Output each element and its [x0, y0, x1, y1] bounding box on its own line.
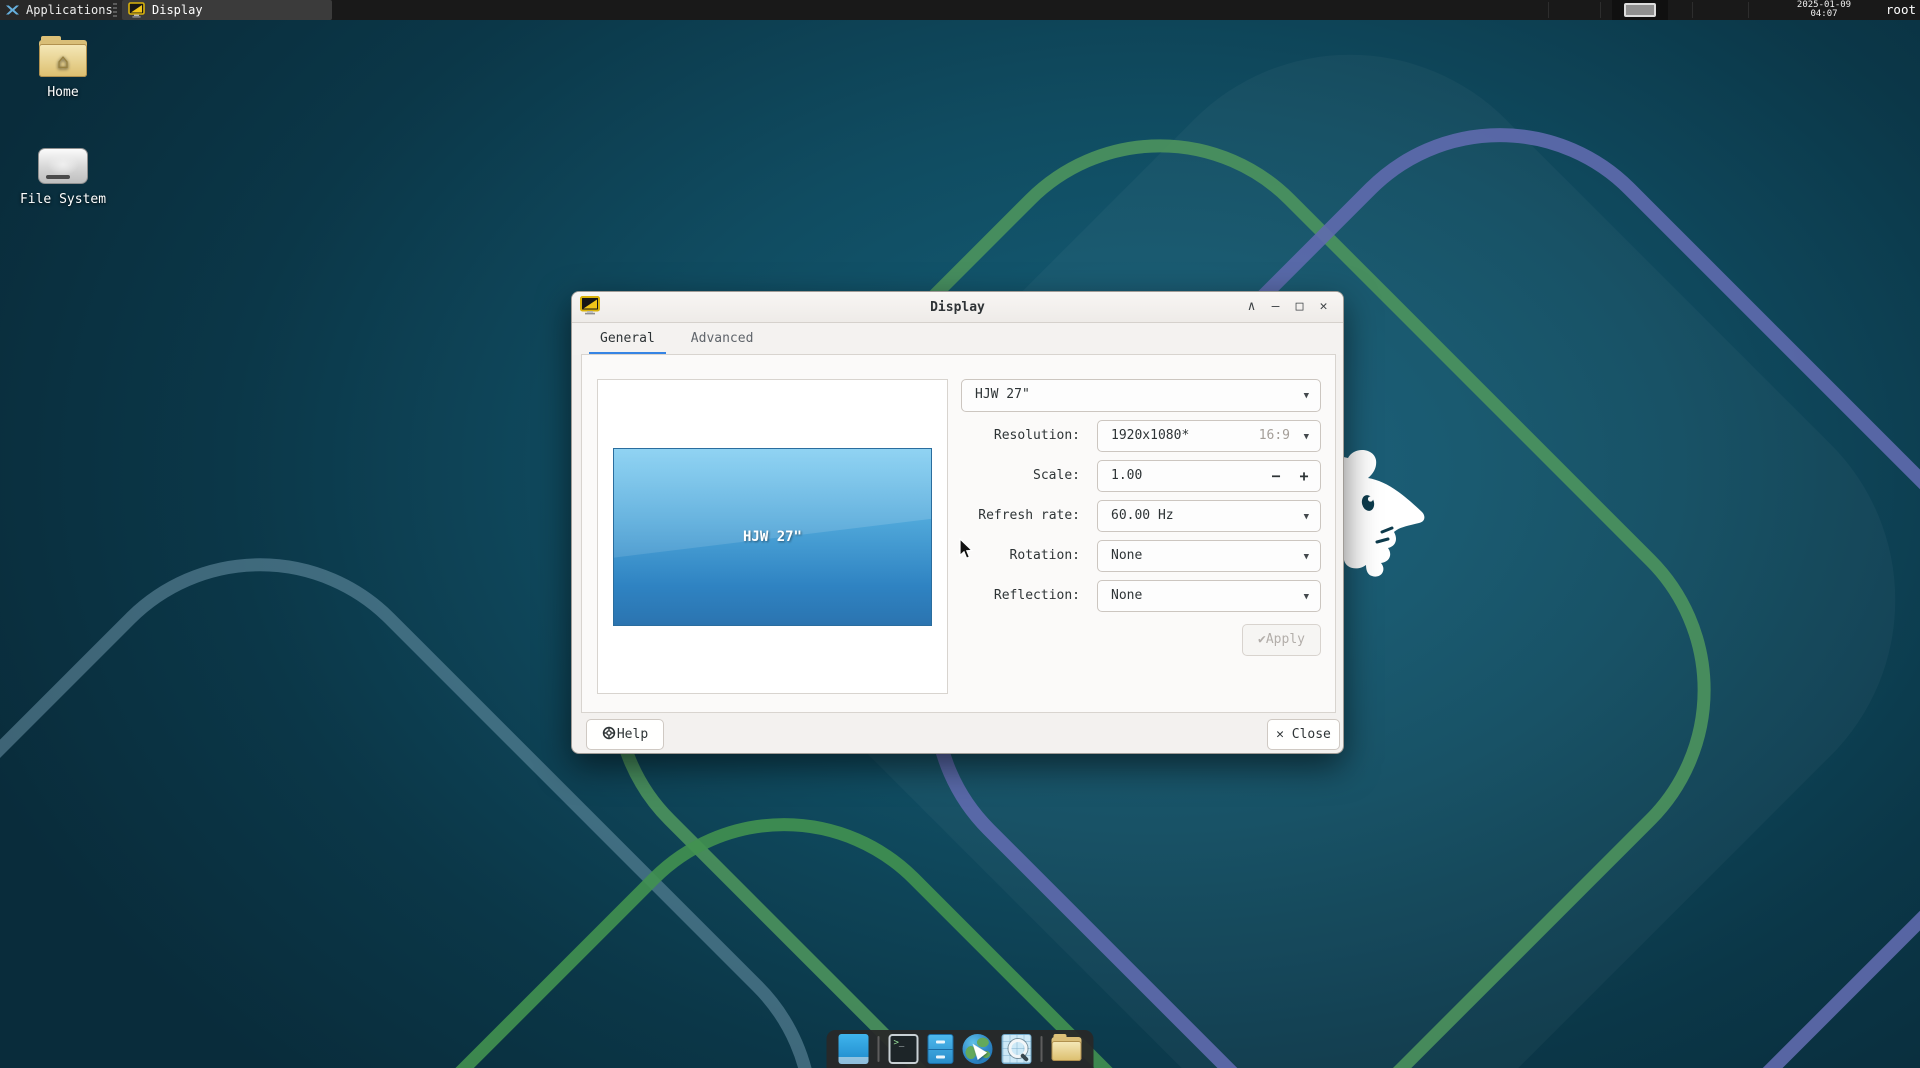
- reflection-label: Reflection:: [961, 580, 1080, 612]
- scale-label: Scale:: [961, 460, 1080, 492]
- help-lifebuoy-icon: [602, 726, 616, 740]
- monitor-preview-label: HJW 27": [743, 529, 802, 545]
- rotation-dropdown[interactable]: None ▼: [1097, 540, 1321, 572]
- file-manager-icon[interactable]: [928, 1034, 954, 1064]
- web-browser-icon[interactable]: [963, 1034, 993, 1064]
- monitor-select-value: HJW 27": [975, 387, 1030, 402]
- app-finder-icon[interactable]: [1002, 1034, 1032, 1064]
- check-icon: ✔: [1258, 632, 1266, 647]
- chevron-down-icon: ▼: [1304, 542, 1309, 572]
- panel-user-label: root: [1886, 0, 1916, 20]
- scale-decrease-button[interactable]: −: [1264, 461, 1288, 491]
- taskbar-window-label: Display: [152, 3, 203, 17]
- window-titlebar[interactable]: Display ∧ – □ ✕: [572, 292, 1343, 323]
- scale-value: 1.00: [1111, 468, 1142, 483]
- refresh-rate-row: Refresh rate: 60.00 Hz ▼: [961, 500, 1321, 532]
- tab-general[interactable]: General: [582, 323, 673, 355]
- display-settings-window: Display ∧ – □ ✕ General Advanced HJW 27"…: [571, 291, 1344, 754]
- taskbar-window-button[interactable]: Display: [122, 0, 332, 20]
- home-folder-icon: ⌂: [39, 40, 87, 77]
- dock-separator: [878, 1036, 880, 1062]
- tab-strip: General Advanced: [572, 323, 1343, 355]
- terminal-icon[interactable]: >_: [889, 1034, 919, 1064]
- help-button[interactable]: Help: [586, 719, 664, 750]
- workspace-1[interactable]: [1624, 3, 1656, 17]
- scale-increase-button[interactable]: +: [1292, 461, 1316, 491]
- reflection-value: None: [1111, 588, 1142, 603]
- tab-advanced[interactable]: Advanced: [673, 323, 772, 355]
- window-display-icon: [580, 296, 601, 319]
- top-panel: Applications Display 2025-01-09 04:07 ro…: [0, 0, 1920, 20]
- show-desktop-icon[interactable]: [839, 1034, 869, 1064]
- refresh-rate-dropdown[interactable]: 60.00 Hz ▼: [1097, 500, 1321, 532]
- monitor-preview-panel: HJW 27": [597, 379, 948, 694]
- mouse-cursor: [959, 538, 975, 564]
- xfce-menu-icon: [5, 3, 20, 23]
- chevron-down-icon: ▼: [1304, 582, 1309, 612]
- shade-window-button[interactable]: ∧: [1241, 293, 1262, 321]
- close-x-icon: ✕: [1276, 727, 1284, 742]
- panel-separator: [1600, 2, 1601, 18]
- clock-time: 04:07: [1786, 10, 1862, 19]
- general-tab-page: HJW 27" HJW 27" ▼ Resolution: 1920x1080*…: [581, 354, 1336, 713]
- dock-separator: [1041, 1036, 1043, 1062]
- xfce-mouse-logo: [1330, 448, 1430, 584]
- desktop-icon-label: Home: [8, 85, 118, 100]
- rotation-row: Rotation: None ▼: [961, 540, 1321, 572]
- rotation-value: None: [1111, 548, 1142, 563]
- display-app-icon: [128, 2, 146, 24]
- close-button[interactable]: ✕ Close: [1267, 719, 1340, 750]
- panel-separator: [1692, 2, 1693, 18]
- desktop-icon-label: File System: [8, 192, 118, 207]
- workspace-switcher[interactable]: [1612, 0, 1668, 20]
- monitor-select-dropdown[interactable]: HJW 27" ▼: [961, 379, 1321, 412]
- close-window-button[interactable]: ✕: [1313, 293, 1334, 321]
- aspect-ratio-label: 16:9: [1259, 421, 1290, 451]
- window-title: Display: [572, 300, 1343, 315]
- refresh-rate-value: 60.00 Hz: [1111, 508, 1174, 523]
- hard-drive-icon: [38, 148, 88, 184]
- panel-separator: [1748, 2, 1749, 18]
- folder-icon[interactable]: [1052, 1037, 1082, 1061]
- rotation-label: Rotation:: [961, 540, 1080, 572]
- resolution-dropdown[interactable]: 1920x1080* 16:9 ▼: [1097, 420, 1321, 452]
- minimize-window-button[interactable]: –: [1265, 293, 1286, 321]
- house-glyph: ⌂: [57, 51, 69, 71]
- scale-row: Scale: 1.00 − +: [961, 460, 1321, 492]
- panel-separator: [1548, 2, 1549, 18]
- scale-stepper[interactable]: 1.00 − +: [1097, 460, 1321, 492]
- panel-handle: [113, 3, 117, 17]
- chevron-down-icon: ▼: [1304, 381, 1309, 411]
- chevron-down-icon: ▼: [1304, 422, 1309, 452]
- resolution-row: Resolution: 1920x1080* 16:9 ▼: [961, 420, 1321, 452]
- apply-button[interactable]: ✔Apply: [1242, 624, 1321, 656]
- monitor-preview[interactable]: HJW 27": [613, 448, 932, 626]
- applications-menu-button[interactable]: Applications: [0, 0, 123, 20]
- panel-clock[interactable]: 2025-01-09 04:07: [1786, 1, 1862, 19]
- chevron-down-icon: ▼: [1304, 502, 1309, 532]
- bottom-dock: >_: [827, 1030, 1094, 1068]
- reflection-row: Reflection: None ▼: [961, 580, 1321, 612]
- applications-menu-label: Applications: [26, 3, 113, 17]
- resolution-value: 1920x1080*: [1111, 428, 1189, 443]
- resolution-label: Resolution:: [961, 420, 1080, 452]
- maximize-window-button[interactable]: □: [1289, 293, 1310, 321]
- refresh-rate-label: Refresh rate:: [961, 500, 1080, 532]
- reflection-dropdown[interactable]: None ▼: [1097, 580, 1321, 612]
- desktop-icon-home[interactable]: ⌂ Home: [8, 40, 118, 100]
- desktop-icon-file-system[interactable]: File System: [8, 148, 118, 207]
